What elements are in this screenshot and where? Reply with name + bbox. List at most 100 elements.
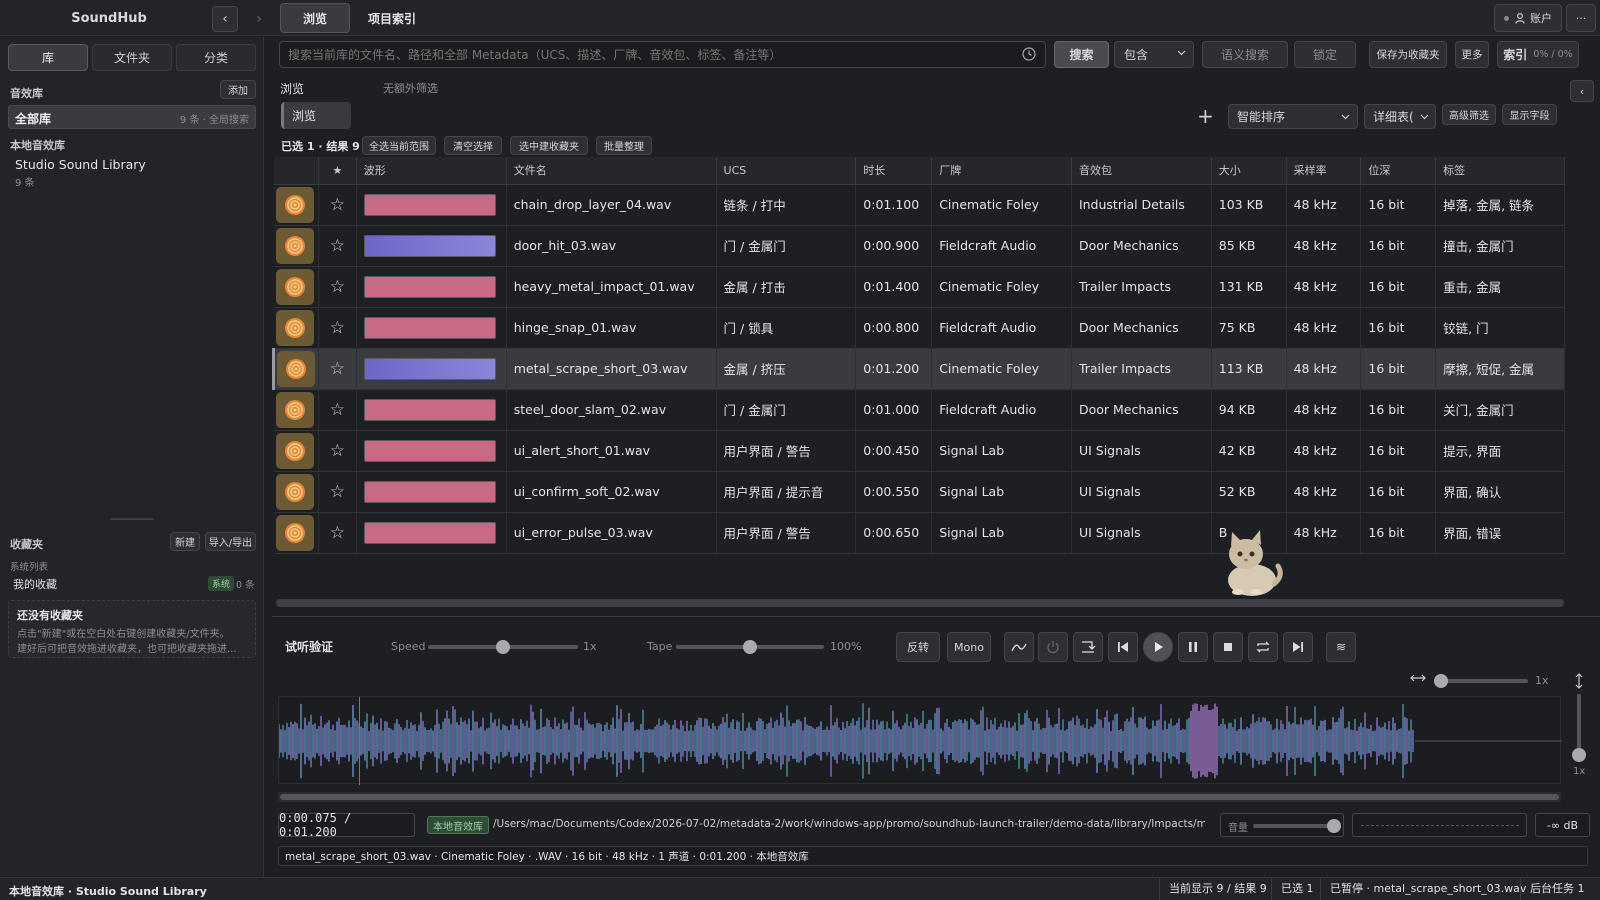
insert-button[interactable]: [1073, 632, 1103, 662]
cell-waveform[interactable]: [356, 512, 507, 554]
create-favorite-from-selection-button[interactable]: 选中建收藏夹: [510, 136, 588, 155]
view-mode-select[interactable]: 详细表(: [1364, 104, 1436, 129]
import-export-button[interactable]: 导入/导出: [205, 532, 256, 551]
splitter-handle[interactable]: [110, 518, 154, 520]
waveform-thumbnail[interactable]: [363, 193, 496, 216]
column-label[interactable]: 厂牌: [931, 157, 1072, 185]
cell-star[interactable]: ☆: [318, 348, 357, 390]
reverse-button[interactable]: 反转: [896, 632, 940, 662]
sound-target-icon[interactable]: [275, 268, 314, 305]
star-icon[interactable]: ☆: [330, 195, 345, 215]
cell-thumb[interactable]: [273, 307, 319, 349]
local-library-item[interactable]: Studio Sound Library 9 条: [8, 155, 256, 191]
sidebar-tab-categories[interactable]: 分类: [176, 44, 256, 71]
sound-target-icon[interactable]: [275, 391, 314, 428]
cell-star[interactable]: ☆: [318, 225, 357, 267]
column-sample-rate[interactable]: 采样率: [1286, 157, 1362, 185]
cell-thumb[interactable]: [273, 471, 319, 513]
waveform-thumbnail[interactable]: [363, 234, 496, 257]
sound-target-icon[interactable]: [275, 186, 314, 223]
sound-target-icon[interactable]: [275, 309, 314, 346]
stop-button[interactable]: [1213, 632, 1243, 662]
sound-target-icon[interactable]: [277, 350, 315, 387]
table-horizontal-scrollbar[interactable]: [276, 599, 1564, 607]
display-fields-button[interactable]: 显示字段: [1502, 104, 1557, 125]
table-row[interactable]: ☆ ui_confirm_soft_02.wav 用户界面 / 提示音 0:00.55…: [273, 471, 1565, 513]
playhead[interactable]: [359, 697, 360, 785]
vertical-zoom-knob[interactable]: [1572, 748, 1586, 762]
tape-slider[interactable]: [676, 640, 824, 654]
match-mode-select[interactable]: 包含: [1114, 41, 1194, 68]
cell-waveform[interactable]: [356, 348, 507, 390]
waveform-thumbnail[interactable]: [363, 316, 496, 339]
star-icon[interactable]: ☆: [330, 482, 345, 502]
cell-waveform[interactable]: [356, 307, 507, 349]
column-duration[interactable]: 时长: [855, 157, 933, 185]
cell-thumb[interactable]: [273, 184, 319, 226]
star-icon[interactable]: ☆: [330, 359, 345, 379]
waveform-mode-button[interactable]: ≋: [1326, 632, 1356, 662]
cell-waveform[interactable]: [356, 225, 507, 267]
search-input[interactable]: [288, 45, 1013, 64]
table-row[interactable]: ☆ ui_alert_short_01.wav 用户界面 / 警告 0:00.450 S…: [273, 430, 1565, 472]
cell-thumb[interactable]: [273, 512, 319, 554]
envelope-button[interactable]: [1004, 632, 1034, 662]
play-button[interactable]: [1143, 632, 1173, 662]
select-all-button[interactable]: 全选当前范围: [362, 136, 436, 155]
forward-button[interactable]: ›: [246, 6, 272, 32]
new-favorite-button[interactable]: 新建: [170, 532, 200, 551]
column-star[interactable]: ★: [318, 157, 357, 185]
speed-slider-knob[interactable]: [496, 640, 510, 654]
speed-slider[interactable]: [428, 640, 578, 654]
cell-star[interactable]: ☆: [318, 430, 357, 472]
more-menu-button[interactable]: ···: [1566, 4, 1596, 32]
collapse-panel-button[interactable]: ‹: [1570, 80, 1594, 102]
cell-star[interactable]: ☆: [318, 512, 357, 554]
star-icon[interactable]: ☆: [330, 523, 345, 543]
cell-waveform[interactable]: [356, 184, 507, 226]
browse-tab[interactable]: 浏览: [281, 102, 351, 129]
previous-button[interactable]: [1108, 632, 1138, 662]
table-row[interactable]: ☆ door_hit_03.wav 门 / 金属门 0:00.900 Fieldcraf…: [273, 225, 1565, 267]
star-icon[interactable]: ☆: [330, 400, 345, 420]
waveform-scrollbar[interactable]: [278, 792, 1561, 802]
cell-waveform[interactable]: [356, 430, 507, 472]
tab-browse[interactable]: 浏览: [280, 3, 350, 33]
waveform-thumbnail[interactable]: [363, 357, 496, 380]
column-size[interactable]: 大小: [1211, 157, 1287, 185]
clear-selection-button[interactable]: 清空选择: [444, 136, 502, 155]
cell-thumb[interactable]: [272, 348, 319, 390]
cell-thumb[interactable]: [273, 266, 319, 308]
sound-target-icon[interactable]: [275, 227, 314, 264]
cell-star[interactable]: ☆: [318, 389, 357, 431]
sound-target-icon[interactable]: [275, 514, 314, 551]
cell-star[interactable]: ☆: [318, 471, 357, 513]
column-tags[interactable]: 标签: [1435, 157, 1565, 185]
cell-star[interactable]: ☆: [318, 266, 357, 308]
cell-waveform[interactable]: [356, 389, 507, 431]
history-icon[interactable]: [1021, 46, 1037, 62]
waveform-thumbnail[interactable]: [363, 439, 496, 462]
star-icon[interactable]: ☆: [330, 441, 345, 461]
cell-star[interactable]: ☆: [318, 307, 357, 349]
table-row[interactable]: ☆ hinge_snap_01.wav 门 / 锁具 0:00.800 Fieldcra…: [273, 307, 1565, 349]
sound-target-icon[interactable]: [275, 432, 314, 469]
add-library-button[interactable]: 添加: [220, 80, 256, 99]
star-icon[interactable]: ☆: [330, 318, 345, 338]
cell-thumb[interactable]: [273, 389, 319, 431]
table-row[interactable]: ☆ ui_error_pulse_03.wav 用户界面 / 警告 0:00.650 S…: [273, 512, 1565, 554]
account-button[interactable]: 账户: [1494, 4, 1562, 32]
all-library-item[interactable]: 全部库 9 条 · 全局搜索: [8, 105, 256, 129]
column-pack[interactable]: 音效包: [1071, 157, 1212, 185]
waveform-thumbnail[interactable]: [363, 398, 496, 421]
tape-slider-knob[interactable]: [743, 640, 757, 654]
horizontal-zoom-knob[interactable]: [1434, 674, 1448, 688]
volume-slider[interactable]: [1253, 819, 1341, 833]
batch-organize-button[interactable]: 批量整理: [596, 136, 652, 155]
lock-button[interactable]: 锁定: [1294, 41, 1356, 68]
star-icon[interactable]: ☆: [330, 277, 345, 297]
sort-select[interactable]: 智能排序: [1228, 104, 1358, 129]
loop-button[interactable]: [1248, 632, 1278, 662]
cell-thumb[interactable]: [273, 225, 319, 267]
table-row[interactable]: ☆ steel_door_slam_02.wav 门 / 金属门 0:01.000 Fi…: [273, 389, 1565, 431]
